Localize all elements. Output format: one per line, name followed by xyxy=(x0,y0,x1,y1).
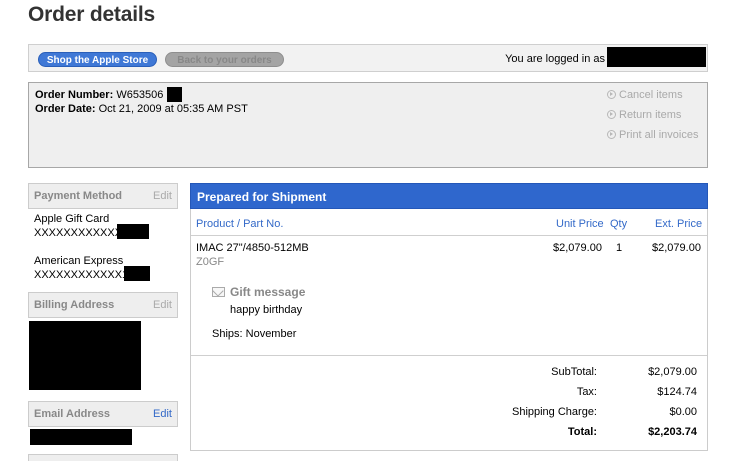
order-number-value: W653506 xyxy=(116,89,164,101)
shipment-title: Prepared for Shipment xyxy=(190,183,708,209)
total-label: Total: xyxy=(567,426,597,438)
gift-message-text: happy birthday xyxy=(230,304,303,316)
tax-label: Tax: xyxy=(576,386,597,398)
payment-method-1-number: XXXXXXXXXXXX xyxy=(34,227,123,239)
next-section-header xyxy=(28,454,178,461)
shop-apple-store-button[interactable]: Shop the Apple Store xyxy=(38,52,157,67)
item-name: IMAC 27"/4850-512MB xyxy=(196,242,309,254)
summary-divider xyxy=(191,355,707,356)
envelope-icon xyxy=(212,287,225,297)
shipping-charge-value: $0.00 xyxy=(669,406,697,418)
order-date-label: Order Date: xyxy=(35,103,96,115)
order-number-label: Order Number: xyxy=(35,89,114,101)
back-to-orders-button[interactable]: Back to your orders xyxy=(165,52,284,67)
logged-in-label: You are logged in as xyxy=(505,53,605,65)
payment-method-title: Payment Method xyxy=(34,190,123,202)
subtotal-value: $2,079.00 xyxy=(648,366,697,378)
top-toolbar: Shop the Apple Store Back to your orders… xyxy=(28,44,708,72)
item-ext-price: $2,079.00 xyxy=(652,242,701,254)
shipping-charge-label: Shipping Charge: xyxy=(511,406,597,418)
redacted-username xyxy=(607,47,706,67)
payment-method-header: Payment Method Edit xyxy=(28,183,178,209)
item-unit-price: $2,079.00 xyxy=(553,242,602,254)
billing-edit-link[interactable]: Edit xyxy=(153,299,172,311)
payment-edit-link[interactable]: Edit xyxy=(153,190,172,202)
ships-date: Ships: November xyxy=(212,328,297,340)
item-part-number: Z0GF xyxy=(196,256,225,268)
order-date-value: Oct 21, 2009 at 05:35 AM PST xyxy=(98,103,248,115)
unit-price-column-header: Unit Price xyxy=(556,218,604,230)
billing-address-title: Billing Address xyxy=(34,299,115,311)
redacted-email xyxy=(30,429,132,445)
redacted-card-2 xyxy=(124,266,150,281)
payment-method-2-number: XXXXXXXXXXXX1 xyxy=(34,269,129,281)
return-items-link[interactable]: Return items xyxy=(607,109,681,122)
order-summary-box: Order Number: W653506 Order Date: Oct 21… xyxy=(28,82,708,168)
header-divider xyxy=(191,235,707,236)
qty-column-header: Qty xyxy=(610,218,628,230)
arrow-circle-icon xyxy=(607,90,616,99)
order-date-row: Order Date: Oct 21, 2009 at 05:35 AM PST xyxy=(35,103,248,116)
page-title: Order details xyxy=(28,3,155,26)
redacted-billing-address xyxy=(29,321,141,390)
tax-value: $124.74 xyxy=(657,386,697,398)
product-column-header: Product / Part No. xyxy=(196,218,284,230)
email-address-header: Email Address Edit xyxy=(28,401,178,427)
email-edit-link[interactable]: Edit xyxy=(153,408,172,420)
arrow-circle-icon xyxy=(607,130,616,139)
arrow-circle-icon xyxy=(607,110,616,119)
cancel-items-link[interactable]: Cancel items xyxy=(607,89,683,102)
subtotal-label: SubTotal: xyxy=(551,366,597,378)
gift-message-heading: Gift message xyxy=(212,286,305,299)
redacted-order-digits xyxy=(167,87,182,102)
email-address-title: Email Address xyxy=(34,408,111,420)
order-number-row: Order Number: W653506 xyxy=(35,89,163,102)
item-qty: 1 xyxy=(616,242,623,254)
redacted-card-1 xyxy=(117,224,149,239)
total-value: $2,203.74 xyxy=(648,426,697,438)
billing-address-header: Billing Address Edit xyxy=(28,292,178,318)
payment-method-1-name: Apple Gift Card xyxy=(34,213,110,225)
ext-price-column-header: Ext. Price xyxy=(655,218,703,230)
print-invoices-link[interactable]: Print all invoices xyxy=(607,129,698,142)
payment-method-2-name: American Express xyxy=(34,255,124,267)
